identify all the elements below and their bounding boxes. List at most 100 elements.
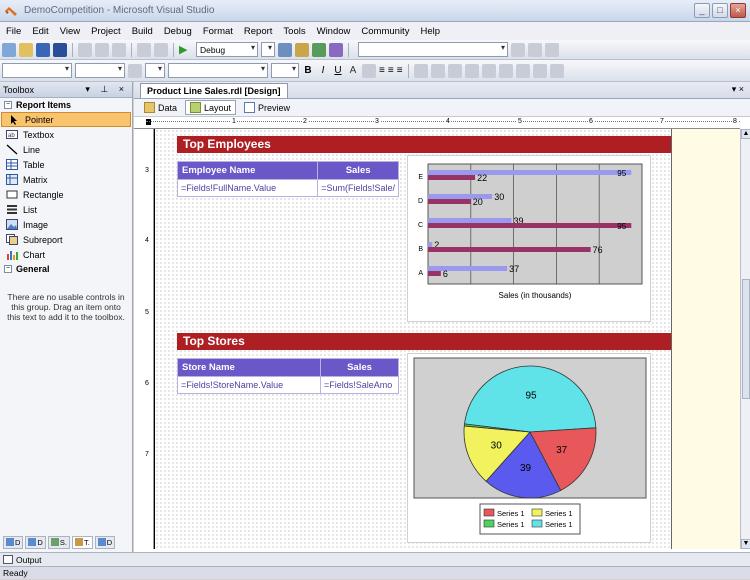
- border-icon[interactable]: [128, 63, 142, 78]
- platform-select[interactable]: [261, 42, 275, 57]
- toolbox-item-table[interactable]: Table: [0, 157, 132, 172]
- employee-name-cell[interactable]: =Fields!FullName.Value: [176, 179, 319, 197]
- underline-icon[interactable]: U: [332, 65, 344, 76]
- font-select[interactable]: [75, 63, 125, 78]
- menu-edit[interactable]: Edit: [32, 26, 48, 37]
- store-name-header[interactable]: Store Name: [177, 358, 321, 377]
- menu-community[interactable]: Community: [361, 26, 409, 37]
- menu-report[interactable]: Report: [244, 26, 273, 37]
- zoom-icon[interactable]: [545, 42, 559, 57]
- close-window-button[interactable]: ×: [730, 3, 746, 18]
- align-rights-icon[interactable]: [447, 63, 462, 78]
- object-browser-icon[interactable]: [329, 42, 343, 57]
- menu-help[interactable]: Help: [420, 26, 440, 37]
- report-design-surface[interactable]: Top Employees Employee Name Sales =Field…: [154, 129, 671, 549]
- employee-name-header[interactable]: Employee Name: [176, 161, 319, 180]
- toolbox-item-image[interactable]: Image: [0, 217, 132, 232]
- toolbox-pin-close-icon[interactable]: ▾ ⊥ ×: [85, 84, 132, 95]
- toolbox-general-note[interactable]: There are no usable controls in this gro…: [0, 276, 132, 322]
- store-sales-pie-chart[interactable]: 95 37 39 30 Series 1 Series 1 Series 1 Series 1: [407, 353, 651, 543]
- tool-tab-datasets[interactable]: D: [3, 535, 24, 549]
- tab-preview[interactable]: Preview: [240, 100, 294, 115]
- find-in-files-icon[interactable]: [278, 42, 292, 57]
- align-tops-icon[interactable]: [464, 63, 479, 78]
- menu-window[interactable]: Window: [317, 26, 351, 37]
- maximize-button[interactable]: □: [712, 3, 728, 18]
- vertical-spacing-icon[interactable]: [549, 63, 564, 78]
- tool-tab-solution-explorer[interactable]: S.: [47, 535, 70, 549]
- tool-tab-data-sources[interactable]: D: [25, 535, 46, 549]
- layout-grid-icon[interactable]: [528, 42, 542, 57]
- style-select[interactable]: [2, 63, 72, 78]
- paste-icon[interactable]: [112, 42, 126, 57]
- cut-icon[interactable]: [78, 42, 92, 57]
- section-title-top-stores[interactable]: Top Stores: [177, 333, 671, 350]
- employee-sales-cell[interactable]: =Sum(Fields!Sale/: [317, 179, 399, 197]
- start-debugging-icon[interactable]: ▶: [179, 43, 193, 57]
- properties-icon[interactable]: [295, 42, 309, 57]
- undo-icon[interactable]: [137, 42, 151, 57]
- tab-layout[interactable]: Layout: [185, 100, 237, 115]
- italic-icon[interactable]: I: [317, 65, 329, 76]
- font-size-select[interactable]: [271, 63, 299, 78]
- toolbox-item-list[interactable]: List: [0, 202, 132, 217]
- tool-tab-document-outline[interactable]: D: [94, 535, 116, 549]
- font-color-icon[interactable]: A: [347, 65, 359, 76]
- collapse-icon[interactable]: −: [4, 101, 12, 109]
- border-style-select[interactable]: [145, 63, 165, 78]
- document-tab[interactable]: Product Line Sales.rdl [Design]: [140, 83, 288, 98]
- scroll-thumb[interactable]: [742, 279, 750, 399]
- align-left-icon[interactable]: ≡: [379, 65, 385, 76]
- align-center-icon[interactable]: ≡: [388, 65, 394, 76]
- collapse-icon[interactable]: −: [4, 265, 12, 273]
- minimize-button[interactable]: _: [694, 3, 710, 18]
- store-table[interactable]: Store Name Sales =Fields!StoreName.Value…: [177, 358, 399, 394]
- save-all-icon[interactable]: [53, 42, 67, 57]
- bold-icon[interactable]: B: [302, 65, 314, 76]
- menu-tools[interactable]: Tools: [283, 26, 305, 37]
- store-name-cell[interactable]: =Fields!StoreName.Value: [177, 376, 321, 394]
- solution-config-select[interactable]: Debug: [196, 42, 258, 57]
- menu-build[interactable]: Build: [132, 26, 153, 37]
- redo-icon[interactable]: [154, 42, 168, 57]
- scroll-down-icon[interactable]: ▼: [741, 539, 750, 549]
- employee-sales-header[interactable]: Sales: [317, 161, 399, 180]
- employee-table[interactable]: Employee Name Sales =Fields!FullName.Val…: [176, 161, 399, 197]
- toolbox-item-line[interactable]: Line: [0, 142, 132, 157]
- menu-view[interactable]: View: [60, 26, 80, 37]
- vertical-scrollbar[interactable]: ▲ ▼: [740, 129, 750, 549]
- tool-tab-toolbox[interactable]: T.: [71, 535, 93, 549]
- align-centers-icon[interactable]: [430, 63, 445, 78]
- store-sales-cell[interactable]: =Fields!SaleAmo: [320, 376, 399, 394]
- toolbox-group-general[interactable]: − General: [0, 262, 132, 276]
- align-icon[interactable]: [511, 42, 525, 57]
- toolbox-icon[interactable]: [312, 42, 326, 57]
- make-same-size-icon[interactable]: [515, 63, 530, 78]
- toolbox-item-chart[interactable]: Chart: [0, 247, 132, 262]
- make-same-width-icon[interactable]: [481, 63, 496, 78]
- menu-project[interactable]: Project: [91, 26, 121, 37]
- add-item-icon[interactable]: [19, 42, 33, 57]
- toolbox-item-textbox[interactable]: ab Textbox: [0, 127, 132, 142]
- font-family-select[interactable]: [168, 63, 268, 78]
- make-same-height-icon[interactable]: [498, 63, 513, 78]
- menu-debug[interactable]: Debug: [164, 26, 192, 37]
- output-tab[interactable]: Output: [16, 555, 42, 565]
- toolbox-item-matrix[interactable]: Matrix: [0, 172, 132, 187]
- toolbox-item-rectangle[interactable]: Rectangle: [0, 187, 132, 202]
- new-project-icon[interactable]: [2, 42, 16, 57]
- store-sales-header[interactable]: Sales: [320, 358, 399, 377]
- toolbox-item-subreport[interactable]: Subreport: [0, 232, 132, 247]
- tab-data[interactable]: Data: [140, 100, 181, 115]
- copy-icon[interactable]: [95, 42, 109, 57]
- find-combo[interactable]: [358, 42, 508, 57]
- save-icon[interactable]: [36, 42, 50, 57]
- menu-file[interactable]: File: [6, 26, 21, 37]
- scroll-up-icon[interactable]: ▲: [741, 129, 750, 139]
- section-title-top-employees[interactable]: Top Employees: [177, 136, 671, 153]
- close-document-icon[interactable]: ▾ ×: [732, 84, 744, 95]
- align-right-icon[interactable]: ≡: [397, 65, 403, 76]
- background-color-icon[interactable]: [362, 63, 376, 78]
- employee-sales-bar-chart[interactable]: E 95 22 D 30 20 C 39 95 B 2 76 A 37 6 Sales (in thousan…: [407, 155, 651, 322]
- horizontal-spacing-icon[interactable]: [532, 63, 547, 78]
